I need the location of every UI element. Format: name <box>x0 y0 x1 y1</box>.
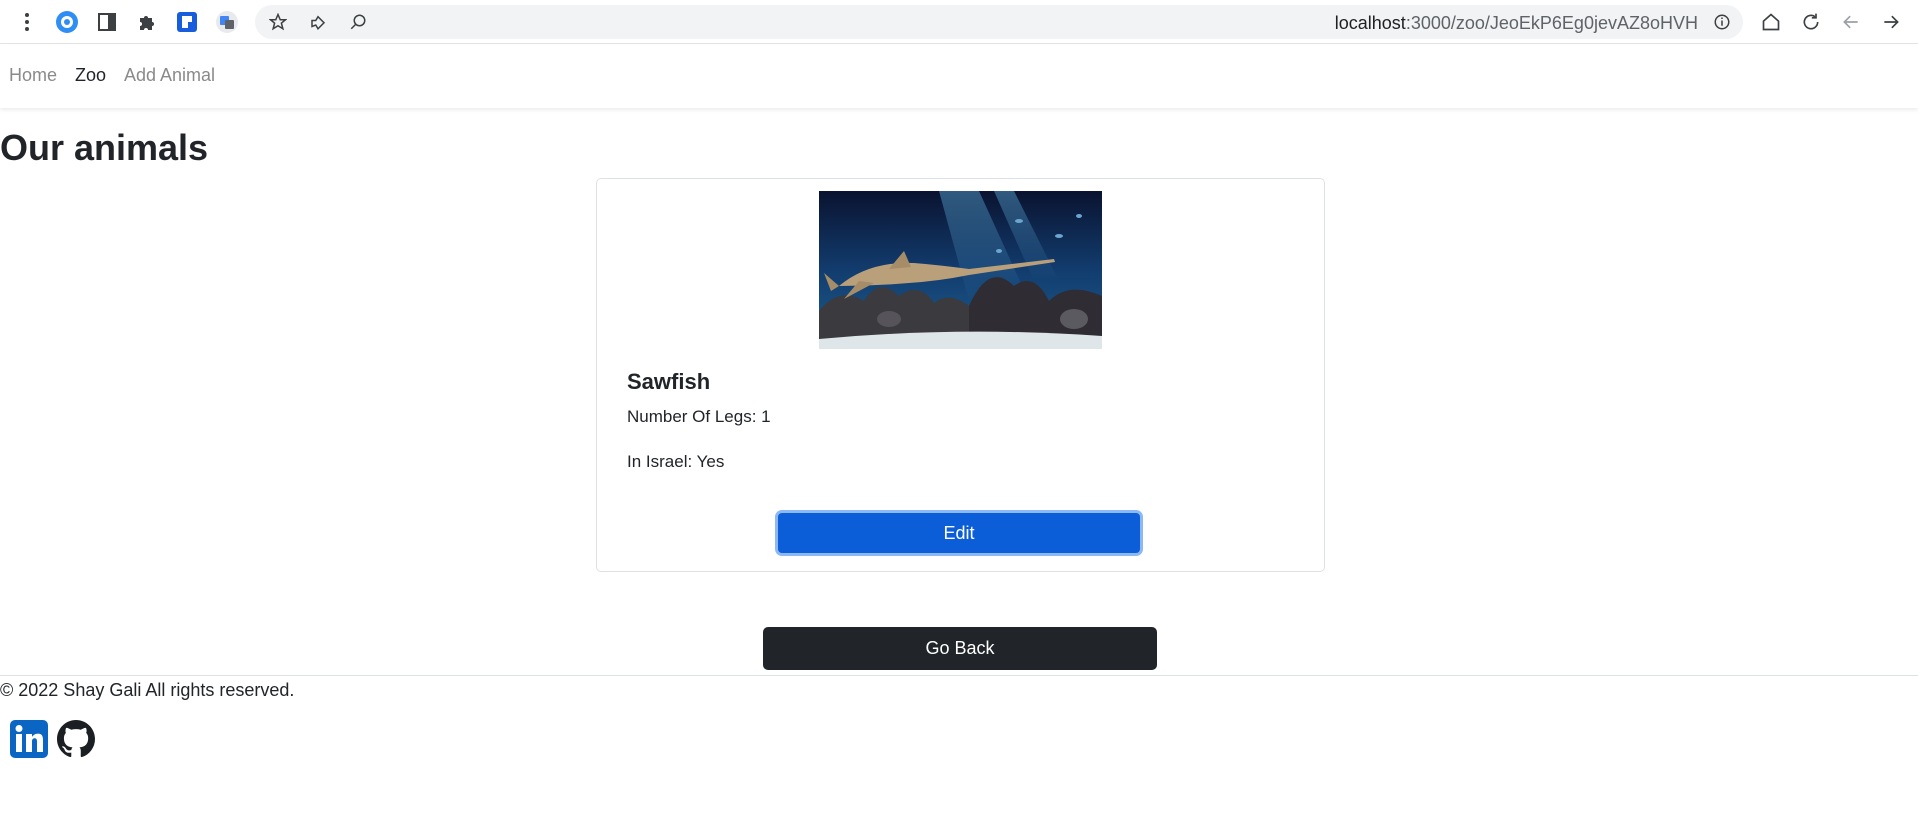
bookmark-star-icon[interactable] <box>265 9 291 35</box>
linkedin-icon[interactable] <box>10 720 48 758</box>
home-icon[interactable] <box>1758 9 1784 35</box>
github-icon[interactable] <box>57 720 95 758</box>
browser-toolbar: localhost:3000/zoo/JeoEkP6Eg0jevAZ8oHVH <box>0 0 1918 44</box>
page-title: Our animals <box>0 127 209 168</box>
animal-in-israel: In Israel: Yes <box>627 452 725 471</box>
reload-icon[interactable] <box>1798 9 1824 35</box>
go-back-button[interactable]: Go Back <box>763 627 1157 670</box>
url-host: localhost <box>1334 13 1406 33</box>
site-navbar: Home Zoo Add Animal <box>0 45 1918 108</box>
zoom-icon[interactable] <box>345 9 371 35</box>
copyright-text: © 2022 Shay Gali All rights reserved. <box>0 680 295 700</box>
nav-home-link[interactable]: Home <box>9 65 57 86</box>
edit-button[interactable]: Edit <box>775 510 1143 556</box>
bitwarden-extension-icon[interactable] <box>174 9 200 35</box>
translate-extension-icon[interactable] <box>214 9 240 35</box>
footer-divider <box>0 675 1918 676</box>
url-path: :3000/zoo/JeoEkP6Eg0jevAZ8oHVH <box>1405 13 1698 33</box>
animal-card: Sawfish Number Of Legs: 1 In Israel: Yes… <box>596 178 1325 572</box>
site-info-icon[interactable] <box>1709 9 1735 35</box>
address-bar[interactable]: localhost:3000/zoo/JeoEkP6Eg0jevAZ8oHVH <box>255 5 1743 39</box>
animal-name: Sawfish <box>627 369 711 394</box>
browser-menu-icon[interactable] <box>14 9 40 35</box>
share-icon[interactable] <box>305 9 331 35</box>
extensions-puzzle-icon[interactable] <box>134 9 160 35</box>
url-text[interactable]: localhost:3000/zoo/JeoEkP6Eg0jevAZ8oHVH <box>1335 13 1698 34</box>
animal-photo <box>819 191 1102 349</box>
forward-arrow-icon[interactable] <box>1878 9 1904 35</box>
nav-add-animal-link[interactable]: Add Animal <box>124 65 215 86</box>
back-arrow-icon[interactable] <box>1838 9 1864 35</box>
animal-legs: Number Of Legs: 1 <box>627 407 771 426</box>
profile-extension-icon[interactable] <box>54 9 80 35</box>
side-panel-icon[interactable] <box>94 9 120 35</box>
nav-zoo-link[interactable]: Zoo <box>75 65 106 86</box>
